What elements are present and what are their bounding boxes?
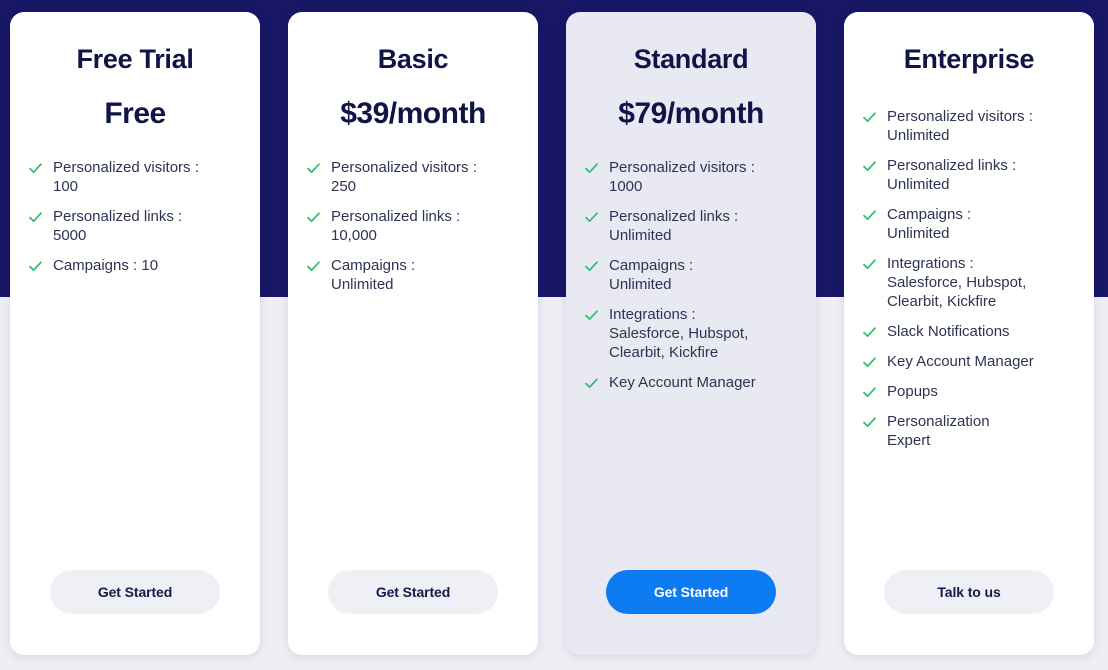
feature-item: Personalized visitors : Unlimited bbox=[862, 107, 1076, 145]
check-icon bbox=[28, 259, 43, 274]
feature-item: Slack Notifications bbox=[862, 322, 1076, 341]
plan-feature-list: Personalized visitors : 1000 Personalized… bbox=[584, 158, 798, 392]
check-icon bbox=[862, 415, 877, 430]
feature-label: Personalized visitors : 250 bbox=[331, 158, 477, 195]
feature-label: Personalized links : 10,000 bbox=[331, 207, 461, 244]
feature-item: Personalized links : 5000 bbox=[28, 207, 242, 245]
check-icon bbox=[862, 159, 877, 174]
plan-card-free-trial: Free Trial Free Personalized visitors : 10… bbox=[10, 12, 260, 655]
check-icon bbox=[306, 210, 321, 225]
feature-label: Personalization Expert bbox=[887, 413, 990, 450]
check-icon bbox=[862, 325, 877, 340]
plan-feature-list: Personalized visitors : 250 Personalized … bbox=[306, 158, 520, 294]
feature-label: Personalized links : 5000 bbox=[53, 207, 183, 244]
feature-label: Campaigns : Unlimited bbox=[331, 256, 416, 293]
feature-label: Campaigns : Unlimited bbox=[609, 256, 694, 293]
cta-button-enterprise[interactable]: Talk to us bbox=[884, 570, 1054, 614]
plan-price: $79/month bbox=[618, 96, 764, 130]
feature-label: Personalized visitors : 1000 bbox=[609, 158, 755, 195]
cta-button-standard[interactable]: Get Started bbox=[606, 570, 776, 614]
check-icon bbox=[584, 259, 599, 274]
check-icon bbox=[862, 110, 877, 125]
feature-item: Integrations : Salesforce, Hubspot, Clea… bbox=[584, 305, 798, 362]
feature-item: Personalized visitors : 100 bbox=[28, 158, 242, 196]
feature-item: Personalized links : Unlimited bbox=[862, 156, 1076, 194]
feature-item: Personalization Expert bbox=[862, 412, 1076, 450]
plan-price: Free bbox=[104, 96, 166, 130]
feature-label: Key Account Manager bbox=[887, 353, 1034, 371]
plan-card-basic: Basic $39/month Personalized visitors : 25… bbox=[288, 12, 538, 655]
check-icon bbox=[862, 257, 877, 272]
plan-cta-container: Get Started bbox=[584, 570, 798, 614]
cta-button-basic[interactable]: Get Started bbox=[328, 570, 498, 614]
check-icon bbox=[584, 161, 599, 176]
feature-label: Personalized links : Unlimited bbox=[887, 156, 1017, 193]
feature-label: Integrations : Salesforce, Hubspot, Clea… bbox=[887, 254, 1027, 311]
pricing-plans-grid: Free Trial Free Personalized visitors : 10… bbox=[0, 0, 1108, 670]
plan-card-enterprise: Enterprise Personalized visitors : Unlimi… bbox=[844, 12, 1094, 655]
check-icon bbox=[862, 385, 877, 400]
feature-item: Personalized links : 10,000 bbox=[306, 207, 520, 245]
check-icon bbox=[584, 376, 599, 391]
plan-title: Basic bbox=[377, 44, 449, 74]
check-icon bbox=[584, 210, 599, 225]
check-icon bbox=[862, 208, 877, 223]
plan-cta-container: Get Started bbox=[306, 570, 520, 614]
feature-item: Integrations : Salesforce, Hubspot, Clea… bbox=[862, 254, 1076, 311]
check-icon bbox=[306, 259, 321, 274]
plan-title: Standard bbox=[633, 44, 749, 74]
feature-label: Personalized visitors : 100 bbox=[53, 158, 199, 195]
plan-card-standard: Standard $79/month Personalized visitors :… bbox=[566, 12, 816, 655]
check-icon bbox=[862, 355, 877, 370]
plan-feature-list: Personalized visitors : 100 Personalized … bbox=[28, 158, 242, 275]
feature-label: Personalized links : Unlimited bbox=[609, 207, 739, 244]
feature-label: Key Account Manager bbox=[609, 374, 756, 392]
feature-item: Key Account Manager bbox=[584, 373, 798, 392]
feature-label: Campaigns : 10 bbox=[53, 256, 159, 274]
feature-label: Slack Notifications bbox=[887, 323, 1010, 341]
plan-title: Free Trial bbox=[76, 44, 194, 74]
feature-item: Campaigns : Unlimited bbox=[584, 256, 798, 294]
feature-label: Integrations : Salesforce, Hubspot, Clea… bbox=[609, 305, 749, 362]
plan-cta-container: Talk to us bbox=[862, 570, 1076, 614]
feature-item: Key Account Manager bbox=[862, 352, 1076, 371]
feature-item: Popups bbox=[862, 382, 1076, 401]
plan-feature-list: Personalized visitors : Unlimited Persona… bbox=[862, 107, 1076, 451]
feature-item: Campaigns : Unlimited bbox=[306, 256, 520, 294]
feature-item: Personalized links : Unlimited bbox=[584, 207, 798, 245]
feature-item: Campaigns : 10 bbox=[28, 256, 242, 275]
feature-label: Personalized visitors : Unlimited bbox=[887, 107, 1033, 144]
plan-price: $39/month bbox=[340, 96, 486, 130]
feature-item: Personalized visitors : 250 bbox=[306, 158, 520, 196]
check-icon bbox=[28, 210, 43, 225]
plan-title: Enterprise bbox=[903, 44, 1035, 74]
feature-label: Popups bbox=[887, 383, 938, 401]
check-icon bbox=[28, 161, 43, 176]
feature-item: Campaigns : Unlimited bbox=[862, 205, 1076, 243]
check-icon bbox=[306, 161, 321, 176]
cta-button-free-trial[interactable]: Get Started bbox=[50, 570, 220, 614]
feature-label: Campaigns : Unlimited bbox=[887, 205, 972, 242]
plan-cta-container: Get Started bbox=[28, 570, 242, 614]
check-icon bbox=[584, 308, 599, 323]
feature-item: Personalized visitors : 1000 bbox=[584, 158, 798, 196]
